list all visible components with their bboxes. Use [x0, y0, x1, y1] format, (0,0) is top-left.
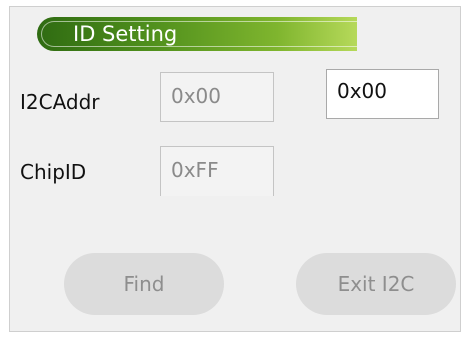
find-button[interactable]: Find — [64, 253, 224, 315]
panel-title-tab: ID Setting — [37, 17, 357, 51]
id-setting-panel: ID Setting I2CAddr 0x00 0x00 ChipID 0xFF… — [9, 6, 461, 332]
panel-title: ID Setting — [73, 22, 178, 46]
chipid-label: ChipID — [20, 160, 87, 184]
exit-i2c-button[interactable]: Exit I2C — [296, 253, 456, 315]
i2caddr-display: 0x00 — [160, 72, 274, 122]
i2caddr-input[interactable]: 0x00 — [326, 69, 439, 119]
i2caddr-label: I2CAddr — [20, 90, 100, 114]
chipid-display: 0xFF — [160, 146, 274, 196]
